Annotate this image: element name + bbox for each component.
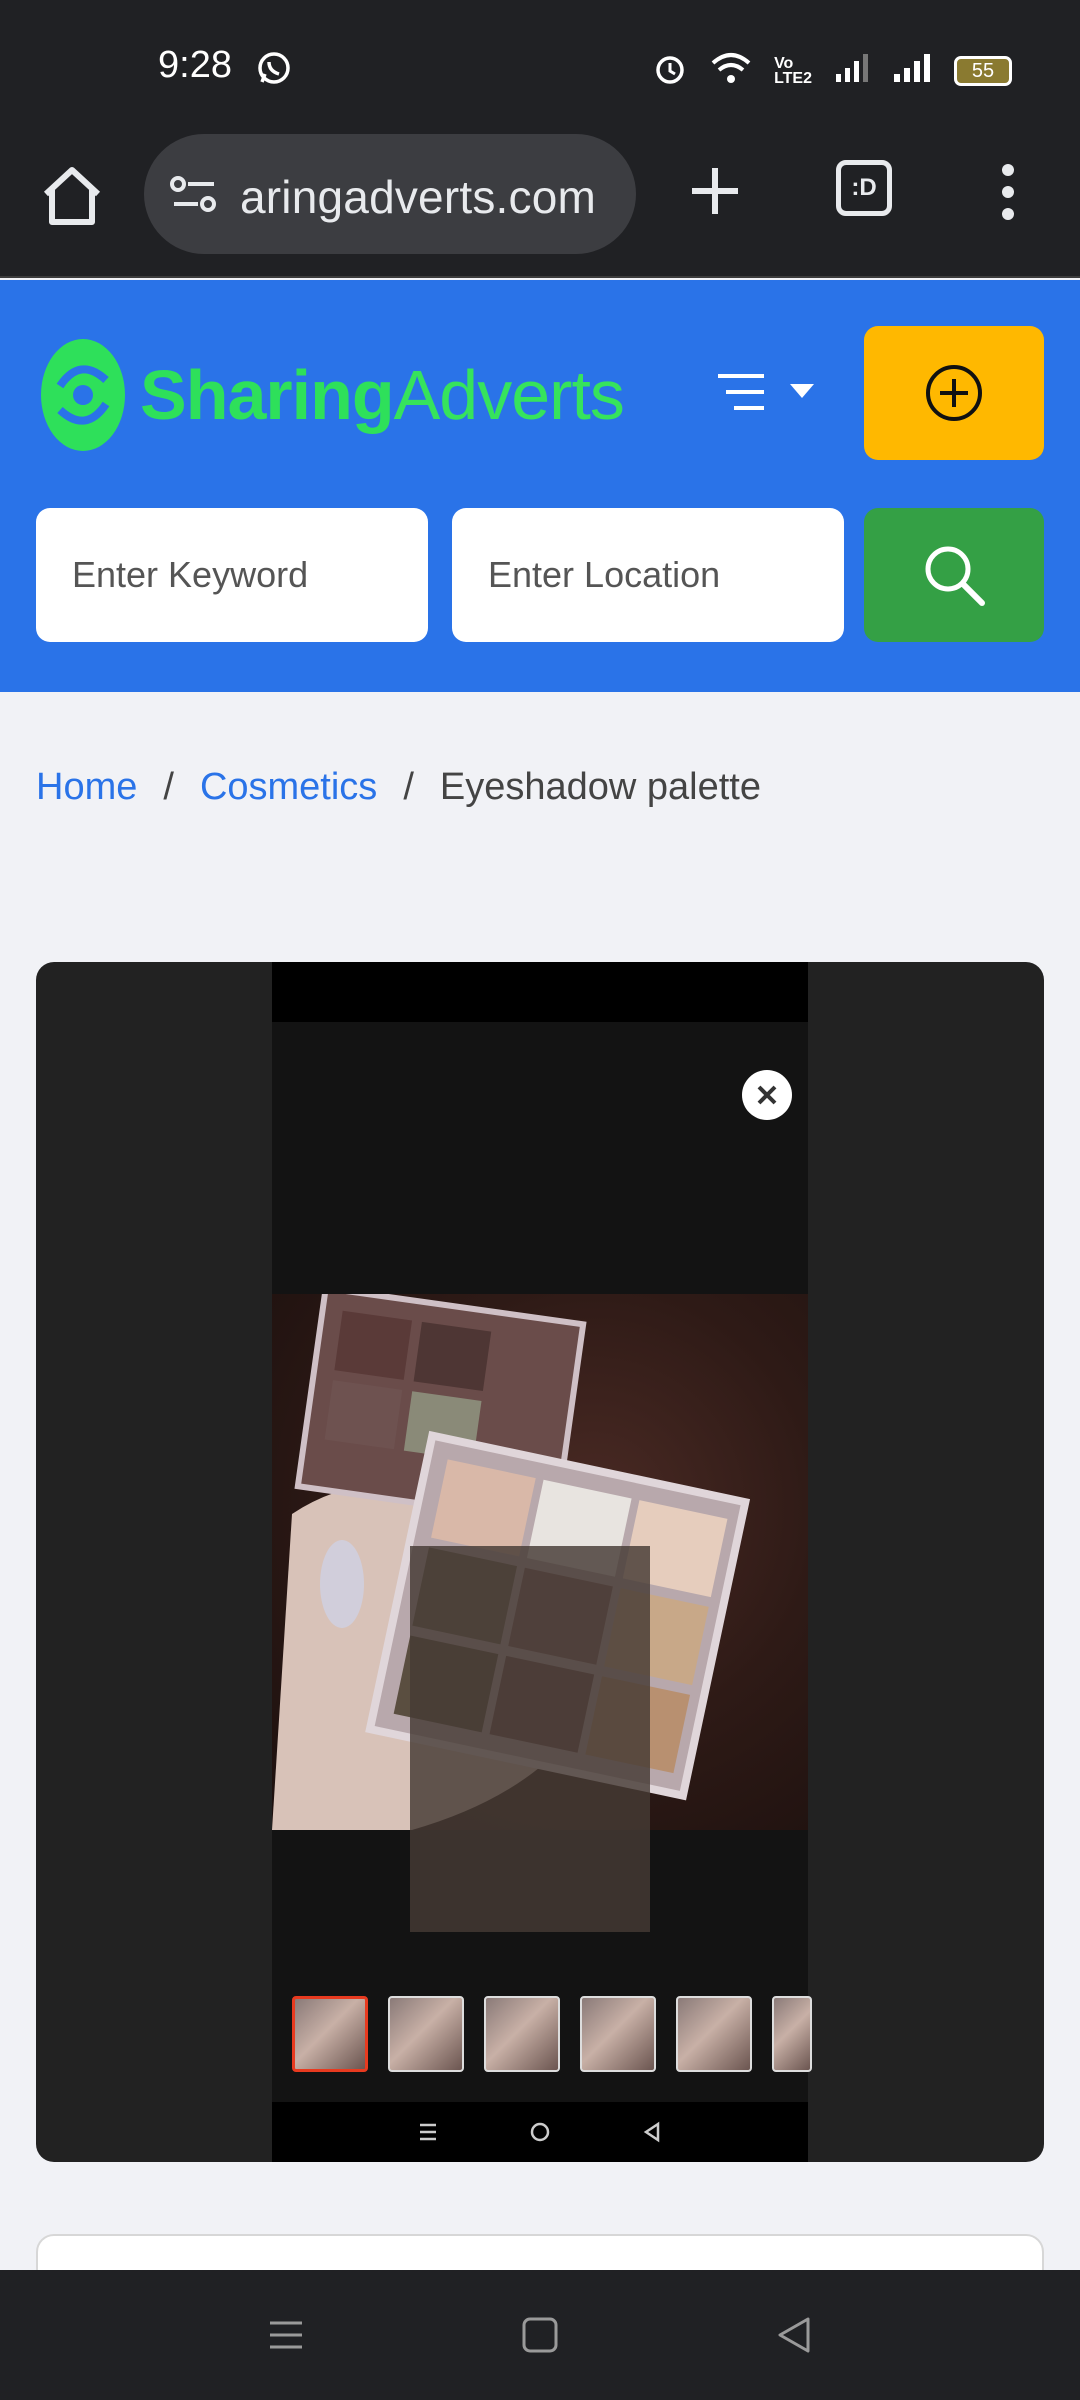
plus-circle-icon [926,365,982,421]
gallery-thumbnail[interactable] [580,1996,656,2072]
logo-text-sharing: Sharing [140,356,395,434]
home-icon[interactable] [38,162,106,230]
keyword-input[interactable] [36,508,428,642]
address-bar[interactable]: aringadverts.com [144,134,636,254]
gallery-thumbnail[interactable] [772,1996,812,2072]
overlay-thumbnail [410,1546,650,1932]
status-bar: 9:28 Vo LTE2 55 [0,0,1080,130]
home-square-icon[interactable] [520,2315,560,2355]
more-menu-icon[interactable] [994,162,1022,222]
back-icon[interactable] [774,2315,814,2355]
signal-icon [892,52,932,89]
logo-icon [41,339,125,451]
site-settings-icon[interactable] [170,174,218,219]
whatsapp-icon [256,50,292,91]
url-text: aringadverts.com [240,171,597,223]
volte-icon: Vo LTE2 [774,54,812,87]
screenshot-top-bar [272,962,808,1022]
logo-text-adverts: Adverts [393,356,625,434]
plus-icon[interactable] [684,160,746,222]
breadcrumb-current: Eyeshadow palette [439,766,761,808]
close-icon[interactable] [742,1070,792,1120]
status-time: 9:28 [158,44,232,86]
search-icon [925,546,985,606]
breadcrumb-separator: / [163,766,174,808]
back-icon [643,2121,660,2143]
thumbnail-strip [292,1996,812,2072]
search-button[interactable] [864,508,1044,642]
browser-toolbar: aringadverts.com :D [0,130,1080,278]
breadcrumb-home[interactable]: Home [36,766,137,809]
gallery-thumbnail[interactable] [292,1996,368,2072]
battery-level: 55 [971,59,995,82]
gallery-thumbnail[interactable] [676,1996,752,2072]
signal-icon [834,52,870,89]
gallery-thumbnail[interactable] [388,1996,464,2072]
recents-icon [420,2123,436,2141]
breadcrumb-cosmetics[interactable]: Cosmetics [200,766,377,809]
battery-icon: 55 [954,55,1012,86]
category-menu-icon[interactable] [716,370,816,420]
logo-text: SharingAdverts [140,355,625,435]
location-input[interactable] [452,508,844,642]
recents-icon[interactable] [266,2315,306,2355]
alarm-icon [652,50,688,91]
home-circle-icon [530,2122,550,2142]
status-icons: Vo LTE2 55 [652,50,1012,91]
tab-switcher-button[interactable]: :D [836,160,892,216]
breadcrumb: Home / Cosmetics / Eyeshadow palette [36,766,761,809]
gallery-main-image[interactable] [272,962,812,2162]
site-logo[interactable]: SharingAdverts [40,336,625,454]
breadcrumb-separator: / [403,766,414,808]
gallery-thumbnail[interactable] [484,1996,560,2072]
wifi-icon [710,51,752,90]
post-ad-button[interactable] [864,326,1044,460]
site-header: SharingAdverts [0,280,1080,692]
image-gallery [36,962,1044,2162]
screenshot-nav-bar [272,2102,808,2162]
android-navigation-bar [0,2270,1080,2400]
